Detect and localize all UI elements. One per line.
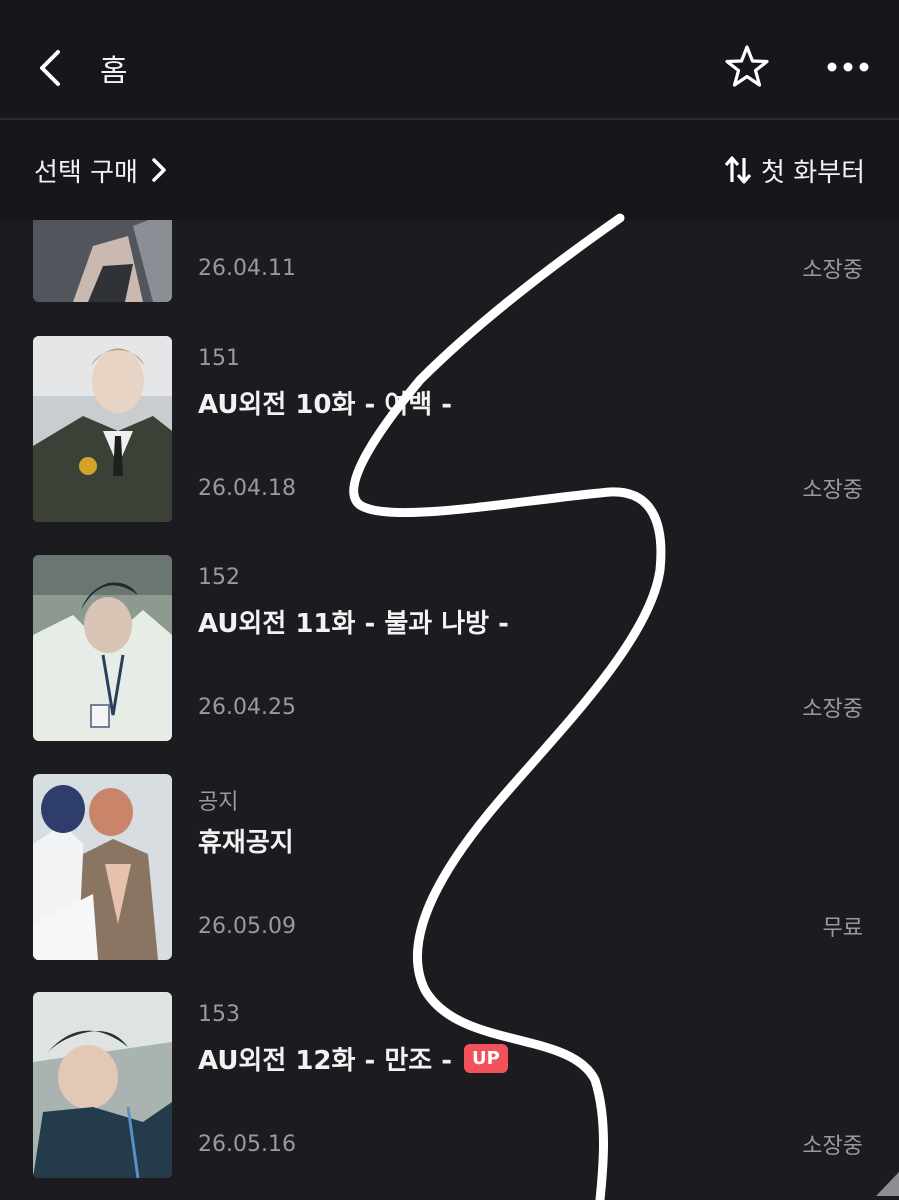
list-item[interactable]: 152 AU외전 11화 - 불과 나방 - 26.04.25 소장중 (0, 555, 899, 741)
episode-thumbnail (33, 774, 172, 960)
select-purchase-label: 선택 구매 (34, 157, 138, 188)
episode-number: 151 (198, 346, 240, 371)
episode-thumbnail (33, 992, 172, 1178)
episode-status: 무료 (822, 916, 863, 941)
back-button[interactable] (30, 44, 74, 92)
top-navigation-bar: 홈 (0, 0, 899, 120)
page-title: 홈 (100, 54, 128, 89)
episode-status: 소장중 (802, 1134, 863, 1159)
episode-title: AU외전 10화 - 여백 - (198, 390, 453, 420)
up-badge: UP (464, 1044, 508, 1073)
episode-toolbar: 선택 구매 첫 화부터 (0, 120, 899, 220)
more-icon (827, 62, 869, 72)
episode-thumbnail (33, 220, 172, 302)
episode-title: AU외전 11화 - 불과 나방 - (198, 609, 509, 639)
episode-status: 소장중 (802, 258, 863, 283)
list-item[interactable]: 공지 휴재공지 26.05.09 무료 (0, 774, 899, 960)
episode-number: 153 (198, 1002, 240, 1027)
episode-date: 26.05.16 (198, 1132, 296, 1157)
favorite-button[interactable] (722, 42, 772, 92)
sort-arrows-icon (724, 156, 752, 184)
episode-date: 26.04.25 (198, 695, 296, 720)
episode-list: 26.04.11 소장중 151 AU외전 10화 - 여백 - 26.04.1… (0, 220, 899, 1200)
episode-status: 소장중 (802, 478, 863, 503)
corner-handle-icon (876, 1172, 899, 1196)
episode-thumbnail (33, 336, 172, 522)
episode-title: 휴재공지 (198, 828, 294, 858)
episode-title: AU외전 12화 - 만조 - UP (198, 1040, 508, 1077)
episode-date: 26.04.18 (198, 476, 296, 501)
chevron-right-icon (152, 158, 166, 182)
episode-thumbnail (33, 555, 172, 741)
list-item[interactable]: 151 AU외전 10화 - 여백 - 26.04.18 소장중 (0, 336, 899, 522)
star-icon (725, 45, 769, 87)
sort-order-label: 첫 화부터 (761, 157, 865, 188)
select-purchase-button[interactable]: 선택 구매 (34, 150, 172, 190)
episode-number: 152 (198, 565, 240, 590)
list-item[interactable]: 153 AU외전 12화 - 만조 - UP 26.05.16 소장중 (0, 992, 899, 1178)
episode-status: 소장중 (802, 697, 863, 722)
back-arrow-icon (40, 50, 60, 86)
episode-date: 26.05.09 (198, 914, 296, 939)
episode-number: 공지 (198, 790, 239, 815)
episode-date: 26.04.11 (198, 256, 296, 281)
more-options-button[interactable] (822, 50, 874, 84)
sort-order-button[interactable]: 첫 화부터 (723, 150, 865, 190)
list-item[interactable]: 26.04.11 소장중 (0, 220, 899, 302)
